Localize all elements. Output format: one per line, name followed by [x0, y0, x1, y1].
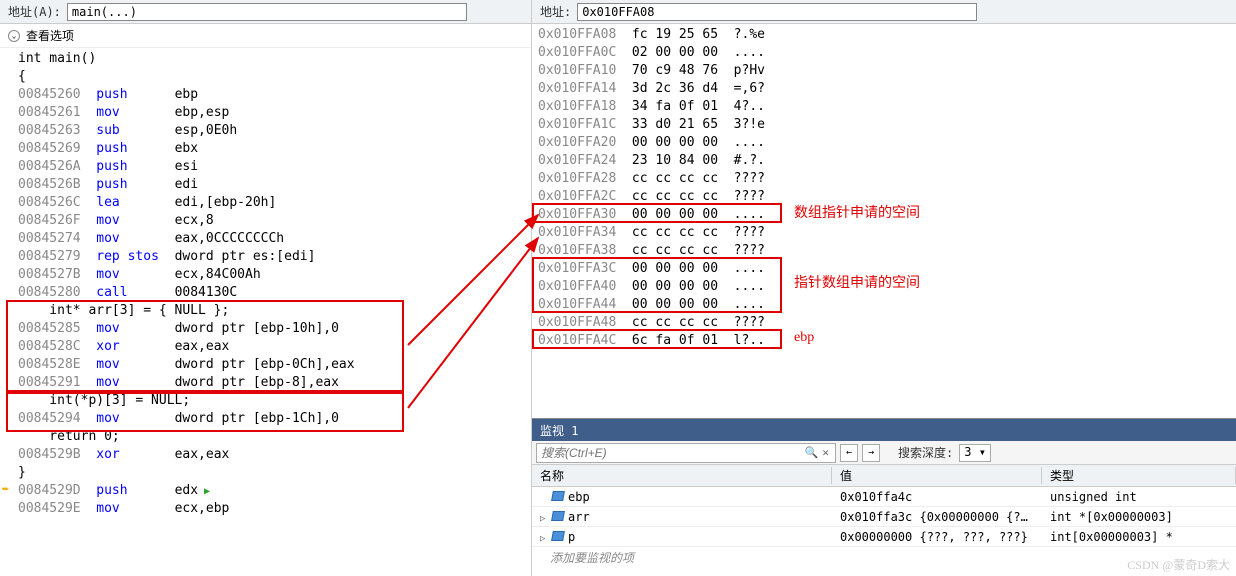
memory-row[interactable]: 0x010FFA1C 33 d0 21 65 3?!e — [538, 116, 1236, 134]
chevron-down-icon[interactable]: ⌄ — [8, 30, 20, 42]
asm-line[interactable]: 0084529E mov ecx,ebp — [18, 500, 531, 518]
asm-line[interactable]: 0084528E mov dword ptr [ebp-0Ch],eax — [18, 356, 531, 374]
play-icon: ▶ — [204, 483, 210, 501]
asm-line[interactable]: 00845260 push ebp — [18, 86, 531, 104]
expand-icon[interactable]: ▷ — [540, 534, 550, 544]
annotation-text-1: 数组指针申请的空间 — [794, 202, 920, 222]
depth-select[interactable]: 3 ▾ — [959, 444, 991, 462]
asm-line[interactable]: 00845294 mov dword ptr [ebp-1Ch],0 — [18, 410, 531, 428]
watch-row[interactable]: ▷arr0x010ffa3c {0x00000000 {?...int *[0x… — [532, 507, 1236, 527]
watch-panel: 监视 1 🔍 ✕ ← → 搜索深度: 3 ▾ 名称 值 类型 ebp0x010f… — [532, 418, 1236, 576]
search-input[interactable] — [541, 446, 803, 460]
memory-row[interactable]: 0x010FFA24 23 10 84 00 #.?. — [538, 152, 1236, 170]
source-line: { — [18, 68, 531, 86]
source-line: return 0; — [18, 428, 531, 446]
memory-row[interactable]: 0x010FFA20 00 00 00 00 .... — [538, 134, 1236, 152]
expand-icon[interactable]: ▷ — [540, 514, 550, 524]
watch-search-box[interactable]: 🔍 ✕ — [536, 443, 836, 463]
left-address-bar: 地址(A): — [0, 0, 531, 24]
variable-icon — [551, 531, 565, 541]
watch-toolbar: 🔍 ✕ ← → 搜索深度: 3 ▾ — [532, 441, 1236, 465]
memory-row[interactable]: 0x010FFA18 34 fa 0f 01 4?.. — [538, 98, 1236, 116]
asm-line[interactable]: 0084526B push edi — [18, 176, 531, 194]
memory-row[interactable]: 0x010FFA14 3d 2c 36 d4 =,6? — [538, 80, 1236, 98]
view-options-label: 查看选项 — [26, 27, 74, 44]
variable-icon — [551, 511, 565, 521]
source-line: int main() — [18, 50, 531, 68]
source-line: int(*p)[3] = NULL; — [18, 392, 531, 410]
memory-row[interactable]: 0x010FFA48 cc cc cc cc ???? — [538, 314, 1236, 332]
memory-row[interactable]: 0x010FFA10 70 c9 48 76 p?Hv — [538, 62, 1236, 80]
annotation-text-3: ebp — [794, 330, 814, 346]
right-address-bar: 地址: — [532, 0, 1236, 24]
address-label: 地址: — [540, 3, 571, 20]
asm-line[interactable]: 00845279 rep stos dword ptr es:[edi] — [18, 248, 531, 266]
watermark: CSDN @蒙奇D索大 — [1127, 556, 1230, 573]
memory-row[interactable]: 0x010FFA08 fc 19 25 65 ?.%e — [538, 26, 1236, 44]
memory-watch-pane: 地址: 0x010FFA08 fc 19 25 65 ?.%e0x010FFA0… — [532, 0, 1236, 576]
memory-row[interactable]: 0x010FFA28 cc cc cc cc ???? — [538, 170, 1236, 188]
address-label: 地址(A): — [8, 3, 61, 20]
search-icon[interactable]: 🔍 — [803, 446, 821, 459]
col-name[interactable]: 名称 — [532, 467, 832, 484]
current-line-arrow-icon: ➨ — [2, 482, 9, 496]
asm-line[interactable]: 00845269 push ebx — [18, 140, 531, 158]
asm-line[interactable]: 0084527B mov ecx,84C00Ah — [18, 266, 531, 284]
annotation-text-2: 指针数组申请的空间 — [794, 272, 920, 292]
watch-row[interactable]: ebp0x010ffa4cunsigned int — [532, 487, 1236, 507]
source-line: int* arr[3] = { NULL }; — [18, 302, 531, 320]
watch-header-row: 名称 值 类型 — [532, 465, 1236, 487]
memory-row[interactable]: 0x010FFA0C 02 00 00 00 .... — [538, 44, 1236, 62]
asm-line[interactable]: 0084526A push esi — [18, 158, 531, 176]
asm-line[interactable]: 0084528C xor eax,eax — [18, 338, 531, 356]
address-input[interactable] — [67, 3, 467, 21]
variable-icon — [551, 491, 565, 501]
memory-row[interactable]: 0x010FFA44 00 00 00 00 .... — [538, 296, 1236, 314]
asm-line[interactable]: 0084529D push edx▶ — [18, 482, 531, 500]
memory-address-input[interactable] — [577, 3, 977, 21]
memory-dump[interactable]: 0x010FFA08 fc 19 25 65 ?.%e0x010FFA0C 02… — [532, 24, 1236, 418]
disassembly-pane: 地址(A): ⌄ 查看选项 int main(){00845260 push e… — [0, 0, 532, 576]
memory-row[interactable]: 0x010FFA38 cc cc cc cc ???? — [538, 242, 1236, 260]
asm-line[interactable]: 0084526C lea edi,[ebp-20h] — [18, 194, 531, 212]
depth-label: 搜索深度: — [898, 444, 953, 461]
disassembly-listing[interactable]: int main(){00845260 push ebp00845261 mov… — [0, 48, 531, 576]
memory-row[interactable]: 0x010FFA4C 6c fa 0f 01 l?.. — [538, 332, 1236, 350]
asm-line[interactable]: 00845285 mov dword ptr [ebp-10h],0 — [18, 320, 531, 338]
asm-line[interactable]: 00845291 mov dword ptr [ebp-8],eax — [18, 374, 531, 392]
memory-row[interactable]: 0x010FFA34 cc cc cc cc ???? — [538, 224, 1236, 242]
nav-fwd-button[interactable]: → — [862, 444, 880, 462]
col-type[interactable]: 类型 — [1042, 467, 1236, 484]
col-value[interactable]: 值 — [832, 467, 1042, 484]
asm-line[interactable]: 00845263 sub esp,0E0h — [18, 122, 531, 140]
source-line: } — [18, 464, 531, 482]
asm-line[interactable]: 0084529B xor eax,eax — [18, 446, 531, 464]
nav-back-button[interactable]: ← — [840, 444, 858, 462]
asm-line[interactable]: 00845280 call 0084130C — [18, 284, 531, 302]
watch-row[interactable]: ▷p0x00000000 {???, ???, ???}int[0x000000… — [532, 527, 1236, 547]
clear-icon[interactable]: ✕ — [820, 446, 831, 459]
view-options-header[interactable]: ⌄ 查看选项 — [0, 24, 531, 48]
asm-line[interactable]: 00845274 mov eax,0CCCCCCCCh — [18, 230, 531, 248]
asm-line[interactable]: 00845261 mov ebp,esp — [18, 104, 531, 122]
watch-title: 监视 1 — [532, 419, 1236, 441]
asm-line[interactable]: 0084526F mov ecx,8 — [18, 212, 531, 230]
